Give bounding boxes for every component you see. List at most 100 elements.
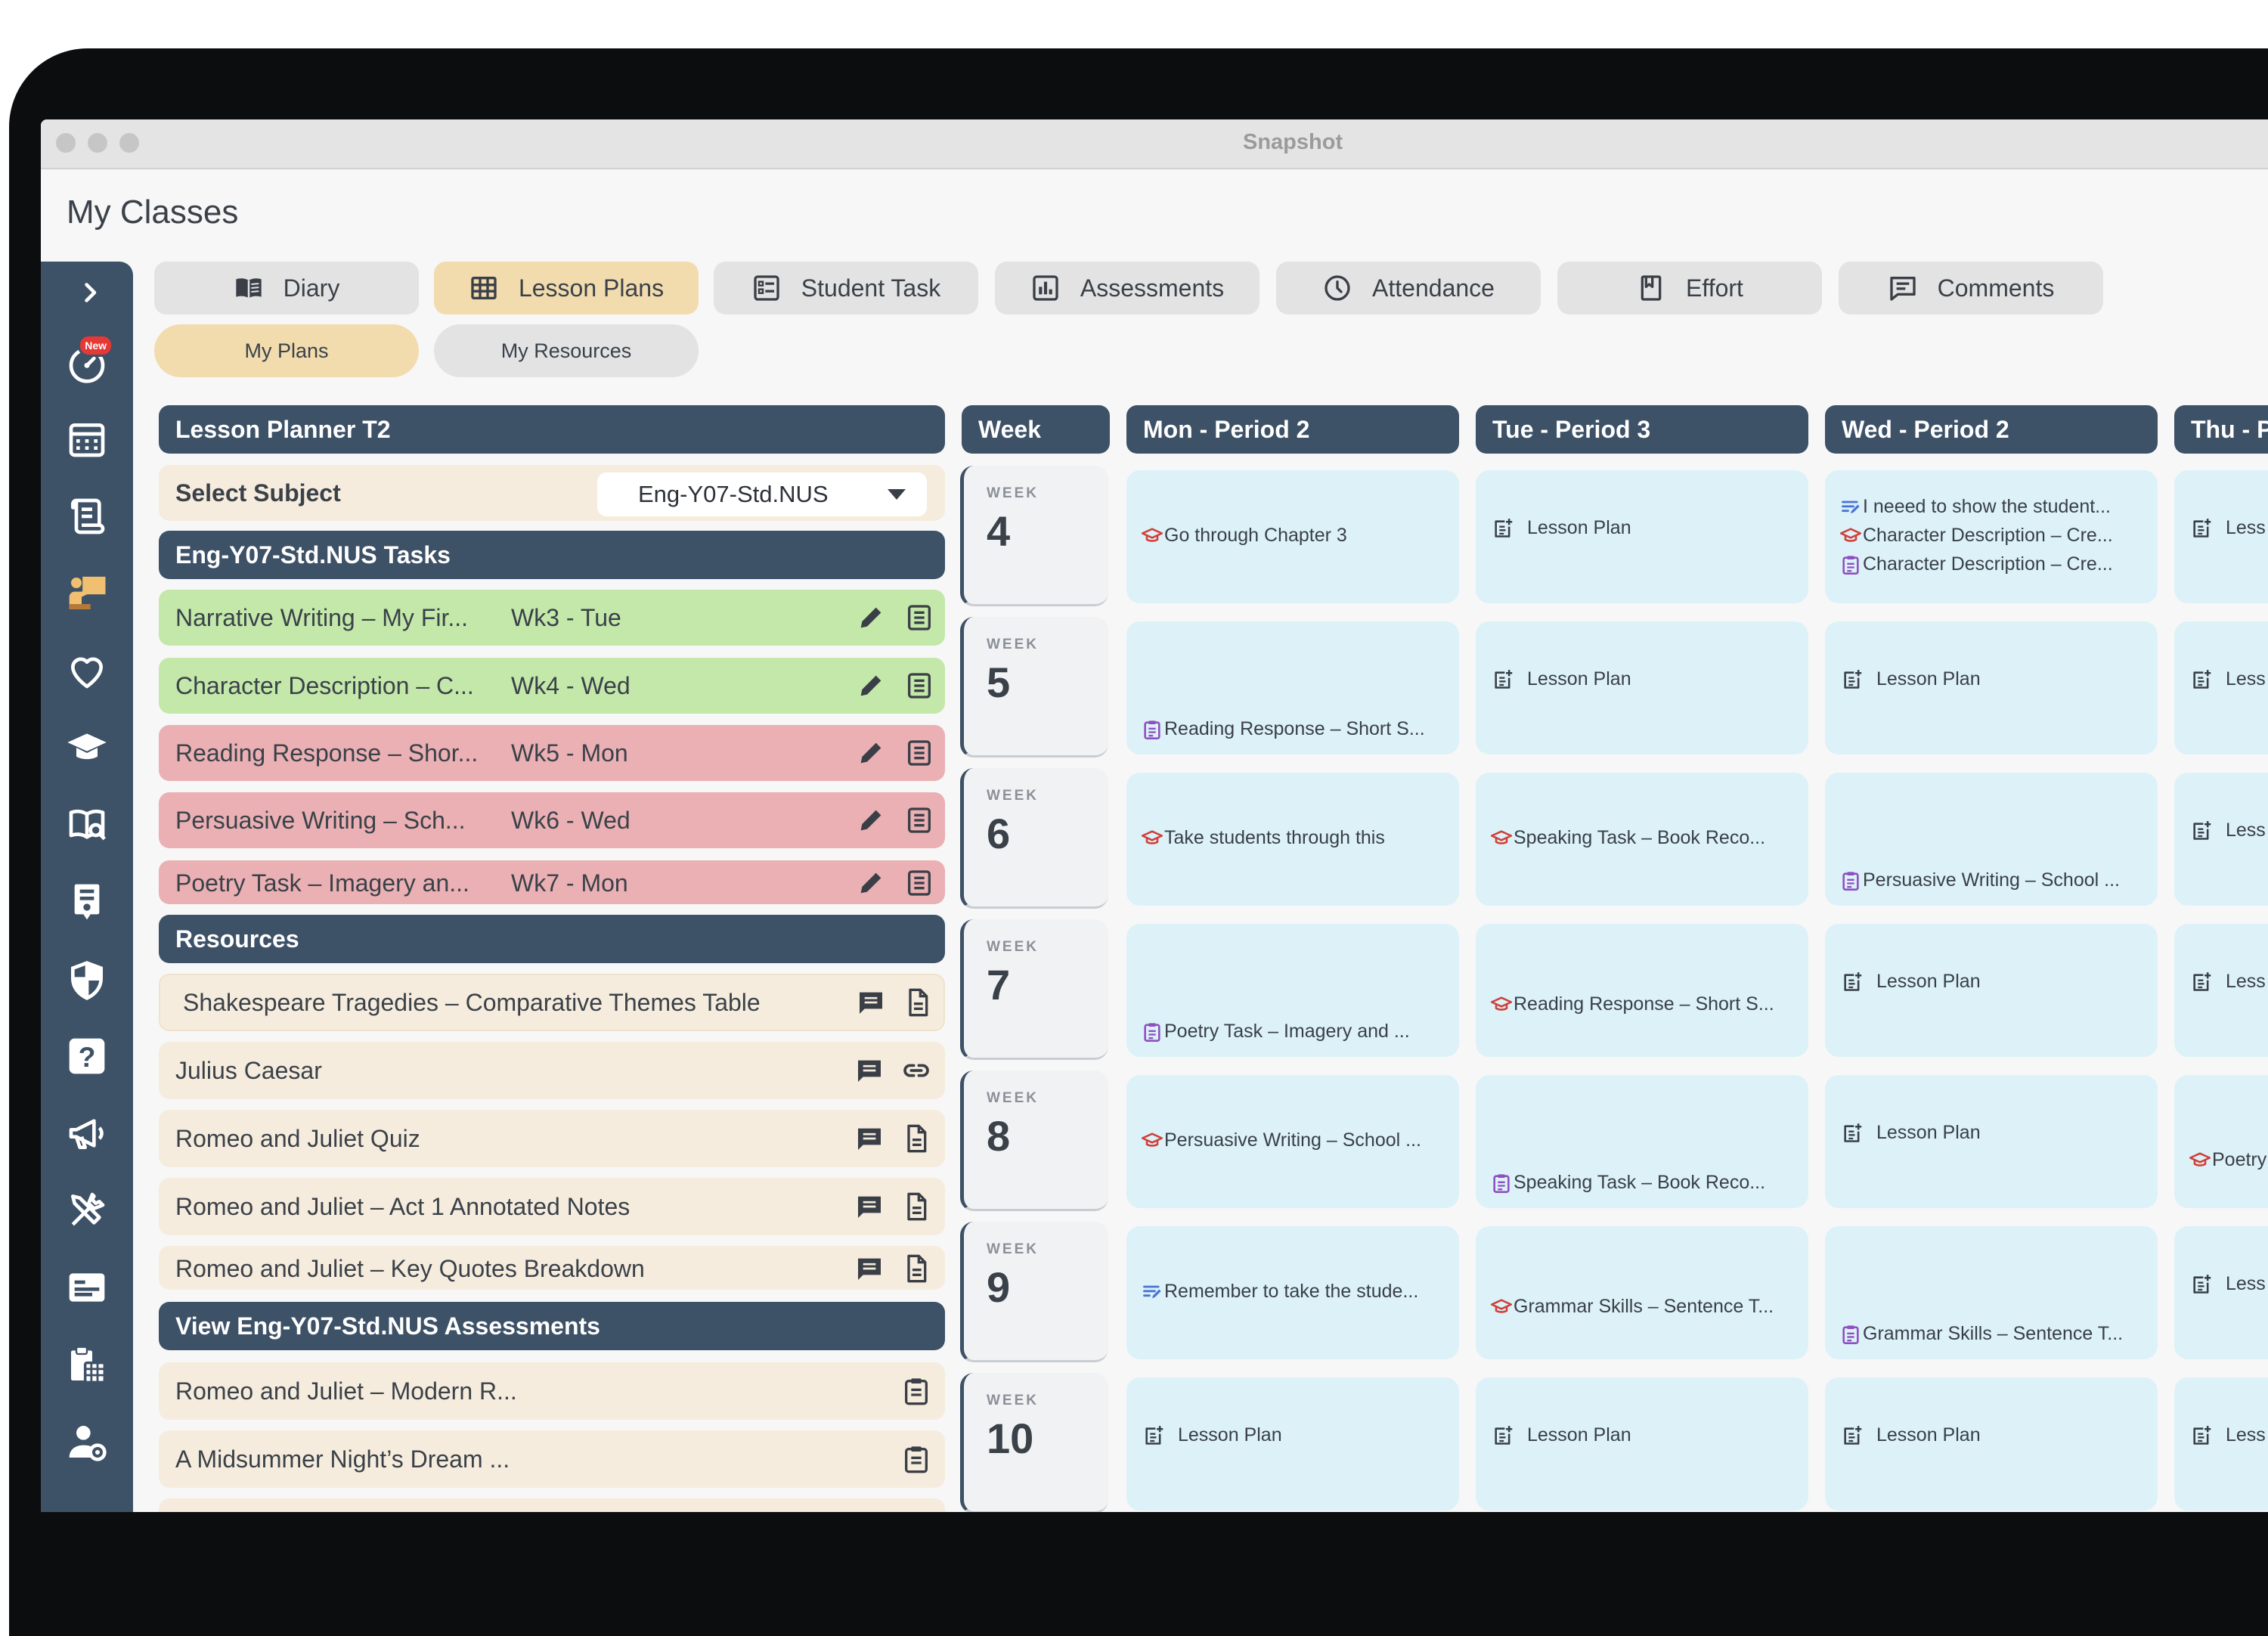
lesson-cell[interactable]: Grammar Skills – Sentence T... — [1476, 1226, 1808, 1359]
lesson-cell[interactable]: Less — [2174, 924, 2268, 1057]
assessment-clipboard-icon[interactable] — [901, 1376, 931, 1406]
document-icon[interactable] — [901, 1191, 931, 1222]
teacher-icon[interactable] — [64, 570, 110, 617]
document-icon[interactable] — [901, 1123, 931, 1154]
task-row[interactable]: Reading Response – Shor... Wk5 - Mon — [159, 725, 945, 781]
lesson-entry[interactable]: Lesson Plan — [1492, 668, 1798, 690]
tab-attendance[interactable]: Attendance — [1276, 262, 1541, 314]
assessment-row[interactable]: A Midsummer Night’s Dream ... — [159, 1430, 945, 1488]
list-doc-icon[interactable] — [904, 868, 934, 898]
lesson-entry[interactable]: Persuasive Writing – School ... — [1141, 1129, 1448, 1151]
id-card-icon[interactable] — [64, 1264, 110, 1311]
book-search-icon[interactable] — [64, 801, 110, 848]
resource-row[interactable]: Romeo and Juliet – Key Quotes Breakdown — [159, 1246, 945, 1290]
lesson-entry[interactable]: Grammar Skills – Sentence T... — [1490, 1296, 1798, 1318]
lesson-cell[interactable]: Speaking Task – Book Reco... — [1476, 1075, 1808, 1208]
tools-icon[interactable] — [64, 1187, 110, 1234]
tab-diary[interactable]: Diary — [154, 262, 419, 314]
list-doc-icon[interactable] — [904, 805, 934, 835]
lesson-entry[interactable]: Speaking Task – Book Reco... — [1491, 1172, 1798, 1194]
message-icon[interactable] — [854, 1253, 885, 1284]
minimize-window-button[interactable] — [88, 133, 107, 153]
tab-effort[interactable]: Effort — [1557, 262, 1822, 314]
tab-comments[interactable]: Comments — [1839, 262, 2103, 314]
subject-select[interactable]: Eng-Y07-Std.NUS — [597, 473, 927, 516]
resource-row[interactable]: Shakespeare Tragedies – Comparative Them… — [159, 974, 945, 1031]
pencil-icon[interactable] — [856, 805, 886, 835]
lesson-entry[interactable]: Character Description – Cre... — [1839, 525, 2147, 547]
lesson-entry[interactable]: Lesson Plan — [1842, 1424, 2147, 1446]
pencil-icon[interactable] — [856, 738, 886, 768]
resource-row[interactable]: Romeo and Juliet – Act 1 Annotated Notes — [159, 1178, 945, 1235]
list-doc-icon[interactable] — [904, 603, 934, 633]
lesson-cell[interactable]: Lesson Plan — [1825, 621, 2158, 754]
speedometer-icon[interactable]: New — [64, 334, 113, 387]
lesson-entry[interactable]: Lesson Plan — [1492, 1424, 1798, 1446]
lesson-cell[interactable]: Less — [2174, 470, 2268, 603]
subtab-my-resources[interactable]: My Resources — [434, 324, 699, 377]
graduation-cap-icon[interactable] — [64, 724, 110, 771]
heart-icon[interactable] — [64, 647, 110, 694]
lesson-cell[interactable]: Speaking Task – Book Reco... — [1476, 773, 1808, 906]
lesson-cell[interactable]: Persuasive Writing – School ... — [1126, 1075, 1459, 1208]
lesson-entry[interactable]: Character Description – Cre... — [1840, 553, 2147, 575]
user-settings-icon[interactable] — [64, 1418, 110, 1465]
lesson-entry[interactable]: Speaking Task – Book Reco... — [1490, 827, 1798, 849]
lesson-entry[interactable]: Less — [2191, 971, 2268, 993]
shield-icon[interactable] — [64, 957, 110, 1004]
lesson-entry[interactable]: Lesson Plan — [1842, 668, 2147, 690]
lesson-cell[interactable]: Less — [2174, 1377, 2268, 1511]
scroll-icon[interactable] — [64, 493, 110, 540]
question-icon[interactable]: ? — [64, 1033, 110, 1080]
subtab-my-plans[interactable]: My Plans — [154, 324, 419, 377]
message-icon[interactable] — [854, 1055, 885, 1086]
lesson-entry[interactable]: I neeed to show the student... — [1840, 496, 2147, 518]
lesson-cell[interactable]: Lesson Plan — [1825, 1377, 2158, 1511]
message-icon[interactable] — [854, 1123, 885, 1154]
link-icon[interactable] — [901, 1055, 931, 1086]
lesson-entry[interactable]: Lesson Plan — [1143, 1424, 1448, 1446]
task-row[interactable]: Character Description – C... Wk4 - Wed — [159, 658, 945, 714]
lesson-entry[interactable]: Lesson Plan — [1842, 1122, 2147, 1144]
lesson-cell[interactable]: Lesson Plan — [1476, 470, 1808, 603]
lesson-cell[interactable]: Lesson Plan — [1126, 1377, 1459, 1511]
lesson-entry[interactable]: Lesson Plan — [1842, 971, 2147, 993]
task-row[interactable]: Narrative Writing – My Fir... Wk3 - Tue — [159, 590, 945, 646]
task-row[interactable]: Persuasive Writing – Sch... Wk6 - Wed — [159, 792, 945, 848]
task-row[interactable]: Poetry Task – Imagery an... Wk7 - Mon — [159, 860, 945, 904]
megaphone-icon[interactable] — [64, 1110, 110, 1157]
lesson-cell[interactable]: Lesson Plan — [1476, 1377, 1808, 1511]
lesson-cell[interactable]: Lesson Plan — [1476, 621, 1808, 754]
lesson-cell[interactable]: Take students through this — [1126, 773, 1459, 906]
lesson-cell[interactable]: Less — [2174, 621, 2268, 754]
zoom-window-button[interactable] — [119, 133, 139, 153]
document-icon[interactable] — [903, 987, 933, 1018]
lesson-cell[interactable]: Reading Response – Short S... — [1126, 621, 1459, 754]
lesson-cell[interactable]: Persuasive Writing – School ... — [1825, 773, 2158, 906]
lesson-cell[interactable]: Less — [2174, 1226, 2268, 1359]
calendar-grid-icon[interactable] — [64, 416, 110, 463]
close-window-button[interactable] — [56, 133, 76, 153]
lesson-cell[interactable]: Go through Chapter 3 — [1126, 470, 1459, 603]
lesson-entry[interactable]: Less — [2191, 668, 2268, 690]
lesson-entry[interactable]: Poetry Task – Imagery and ... — [1142, 1021, 1448, 1043]
lesson-cell[interactable]: I neeed to show the student... Character … — [1825, 470, 2158, 603]
tab-lesson-plans[interactable]: Lesson Plans — [434, 262, 699, 314]
pencil-icon[interactable] — [856, 603, 886, 633]
lesson-cell[interactable]: Poetry Task – Imagery and ... — [1126, 924, 1459, 1057]
lesson-entry[interactable]: Less — [2191, 1424, 2268, 1446]
lesson-entry[interactable]: Less — [2191, 517, 2268, 539]
list-doc-icon[interactable] — [904, 671, 934, 701]
assessment-row[interactable]: Romeo and Juliet – Modern R... — [159, 1362, 945, 1420]
certificate-icon[interactable] — [64, 878, 110, 925]
lesson-entry[interactable]: Grammar Skills – Sentence T... — [1840, 1323, 2147, 1345]
message-icon[interactable] — [854, 1191, 885, 1222]
lesson-entry[interactable]: Remember to take the stude... — [1142, 1281, 1448, 1303]
lesson-cell[interactable]: Lesson Plan — [1825, 1075, 2158, 1208]
lesson-entry[interactable]: Go through Chapter 3 — [1141, 525, 1448, 547]
lesson-cell[interactable]: Poetry — [2174, 1075, 2268, 1208]
assessment-clipboard-icon[interactable] — [901, 1444, 931, 1474]
lesson-cell[interactable]: Remember to take the stude... — [1126, 1226, 1459, 1359]
pencil-icon[interactable] — [856, 868, 886, 898]
lesson-entry[interactable]: Poetry — [2189, 1149, 2268, 1171]
